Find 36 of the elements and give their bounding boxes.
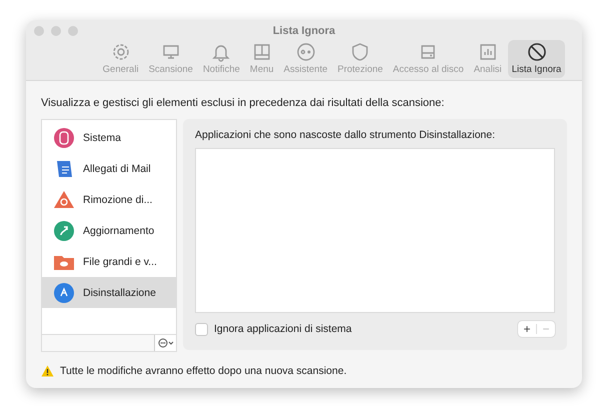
toolbar-tab[interactable]: Protezione [334, 40, 387, 78]
minimize-button[interactable] [51, 26, 61, 36]
window-title: Lista Ignora [272, 25, 336, 37]
toolbar-tab[interactable]: Menu [246, 40, 278, 78]
gear-icon [110, 42, 131, 62]
toolbar-tab[interactable]: Assistente [280, 40, 332, 78]
sidebar-item[interactable]: File grandi e v... [42, 246, 176, 277]
description-text: Visualizza e gestisci gli elementi esclusi in precedenza dai risultati della scansione: [41, 97, 446, 111]
sidebar-item[interactable]: Disinstallazione [42, 277, 176, 308]
warning-icon [41, 365, 54, 377]
hazard-icon [53, 188, 75, 210]
zoom-button[interactable] [68, 26, 78, 36]
more-icon [158, 338, 174, 348]
toolbar-tab[interactable]: Notifiche [198, 40, 244, 78]
checkbox[interactable] [195, 322, 208, 336]
add-button[interactable]: + [518, 321, 536, 337]
warning-text: Tutte le modifiche avranno effetto dopo una nuova scansione. [60, 365, 347, 377]
toolbar-tab[interactable]: Accesso al disco [388, 40, 468, 78]
panel-heading: Applicazioni che sono nascoste dallo strumento Disinstallazione: [195, 129, 496, 143]
toolbar-tab[interactable]: Scansione [144, 40, 197, 78]
toolbar-tab[interactable]: Analisi [470, 40, 506, 78]
sidebar-item[interactable]: Aggiornamento [42, 215, 176, 246]
panel-icon [252, 42, 272, 62]
toolbar-tab[interactable]: Lista Ignora [508, 40, 566, 78]
toolbar-tab[interactable]: Generali [98, 40, 143, 78]
sidebar-item[interactable]: Rimozione di... [42, 184, 176, 215]
checkbox-label: Ignora applicazioni di sistema [214, 323, 353, 335]
sidebar-item[interactable]: Sistema [42, 122, 176, 153]
sidebar-item[interactable]: Allegati di Mail [42, 153, 176, 184]
dots-circle-icon [296, 42, 316, 62]
close-button[interactable] [34, 26, 44, 36]
uninstall-app-icon [53, 282, 75, 304]
prohibited-icon [526, 42, 547, 62]
search-field[interactable] [42, 335, 155, 351]
shield-icon [350, 42, 370, 62]
bar-chart-icon [478, 42, 498, 62]
